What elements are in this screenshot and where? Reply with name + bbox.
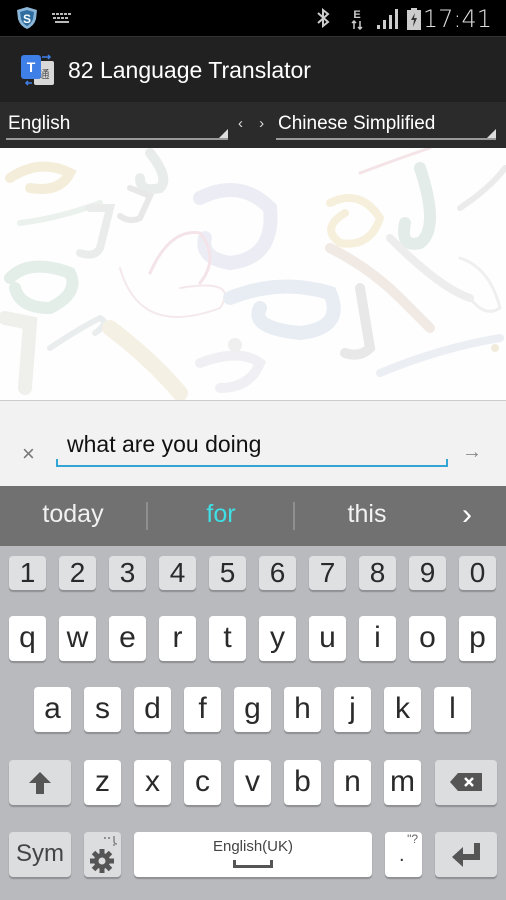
- decorative-letters-background: [0, 148, 506, 400]
- svg-text:E: E: [353, 9, 360, 21]
- gear-icon: [90, 836, 118, 873]
- space-language-label: English(UK): [212, 838, 294, 855]
- backspace-icon: [450, 773, 482, 791]
- key-o[interactable]: o: [409, 616, 446, 661]
- key-e[interactable]: e: [109, 616, 146, 661]
- key-t[interactable]: t: [209, 616, 246, 661]
- clock: 17:41: [422, 5, 492, 33]
- bluetooth-icon: [317, 8, 330, 28]
- suggestion-item-highlighted[interactable]: for: [151, 500, 291, 529]
- key-c[interactable]: c: [184, 760, 221, 805]
- translate-go-button[interactable]: →: [462, 441, 482, 464]
- dropdown-triangle-icon: [219, 129, 228, 138]
- key-h[interactable]: h: [284, 687, 321, 732]
- more-suggestions-chevron-icon[interactable]: ›: [462, 498, 472, 532]
- key-f[interactable]: f: [184, 687, 221, 732]
- key-x[interactable]: x: [134, 760, 171, 805]
- key-d[interactable]: d: [134, 687, 171, 732]
- clear-input-button[interactable]: ×: [22, 441, 35, 467]
- dropdown-triangle-icon: [487, 129, 496, 138]
- translation-output-area: [0, 148, 506, 400]
- key-3[interactable]: 3: [109, 556, 146, 590]
- space-key[interactable]: English(UK): [134, 832, 372, 877]
- svg-text:S: S: [23, 12, 31, 26]
- settings-voice-key[interactable]: [84, 832, 121, 877]
- target-language-spinner[interactable]: Chinese Simplified: [276, 112, 496, 140]
- key-y[interactable]: y: [259, 616, 296, 661]
- key-0[interactable]: 0: [459, 556, 496, 590]
- key-7[interactable]: 7: [309, 556, 346, 590]
- key-q[interactable]: q: [9, 616, 46, 661]
- key-b[interactable]: b: [284, 760, 321, 805]
- action-bar: 通 T 82 Language Translator: [0, 36, 506, 102]
- svg-text:T: T: [27, 59, 36, 75]
- sym-key[interactable]: Sym: [9, 832, 71, 877]
- key-u[interactable]: u: [309, 616, 346, 661]
- data-e-icon: E: [351, 9, 363, 30]
- key-5[interactable]: 5: [209, 556, 246, 590]
- shift-key[interactable]: [9, 760, 71, 805]
- suggestion-item[interactable]: today: [3, 500, 143, 529]
- suggestion-divider: [146, 502, 148, 530]
- key-i[interactable]: i: [359, 616, 396, 661]
- suggestion-bar: today for this ›: [0, 486, 506, 546]
- backspace-key[interactable]: [435, 760, 497, 805]
- signal-icon: [377, 9, 398, 29]
- app-title: 82 Language Translator: [68, 57, 311, 83]
- key-9[interactable]: 9: [409, 556, 446, 590]
- input-area: × what are you doing →: [0, 400, 506, 486]
- soft-keyboard: 1 2 3 4 5 6 7 8 9 0 q w e r t y u i o p a s d f g h j k l z x c v b n m Sym E…: [0, 546, 506, 900]
- period-key[interactable]: "?.: [385, 832, 422, 877]
- key-a[interactable]: a: [34, 687, 71, 732]
- battery-charging-icon: [407, 8, 421, 30]
- shift-arrow-icon: [29, 772, 51, 794]
- suggestion-item[interactable]: this: [297, 500, 437, 529]
- key-p[interactable]: p: [459, 616, 496, 661]
- key-w[interactable]: w: [59, 616, 96, 661]
- status-bar: S E 17:41: [0, 0, 506, 36]
- swap-languages-button[interactable]: ‹ ›: [238, 115, 270, 132]
- source-language-spinner[interactable]: English: [6, 112, 228, 140]
- target-language-label: Chinese Simplified: [278, 113, 436, 134]
- key-1[interactable]: 1: [9, 556, 46, 590]
- key-j[interactable]: j: [334, 687, 371, 732]
- key-k[interactable]: k: [384, 687, 421, 732]
- key-4[interactable]: 4: [159, 556, 196, 590]
- key-l[interactable]: l: [434, 687, 471, 732]
- period-label: .: [399, 844, 405, 866]
- translator-logo-icon: 通 T: [21, 54, 54, 86]
- key-g[interactable]: g: [234, 687, 271, 732]
- key-m[interactable]: m: [384, 760, 421, 805]
- shield-app-icon: S: [17, 7, 37, 29]
- enter-icon: [452, 843, 480, 867]
- enter-key[interactable]: [435, 832, 497, 877]
- key-n[interactable]: n: [334, 760, 371, 805]
- period-hint: "?: [407, 832, 418, 846]
- key-z[interactable]: z: [84, 760, 121, 805]
- key-8[interactable]: 8: [359, 556, 396, 590]
- spacebar-icon: [233, 860, 273, 868]
- key-r[interactable]: r: [159, 616, 196, 661]
- key-6[interactable]: 6: [259, 556, 296, 590]
- source-language-label: English: [8, 113, 71, 134]
- key-s[interactable]: s: [84, 687, 121, 732]
- key-v[interactable]: v: [234, 760, 271, 805]
- keyboard-icon: [52, 13, 71, 23]
- source-text-input[interactable]: what are you doing: [56, 429, 448, 467]
- suggestion-divider: [293, 502, 295, 530]
- key-2[interactable]: 2: [59, 556, 96, 590]
